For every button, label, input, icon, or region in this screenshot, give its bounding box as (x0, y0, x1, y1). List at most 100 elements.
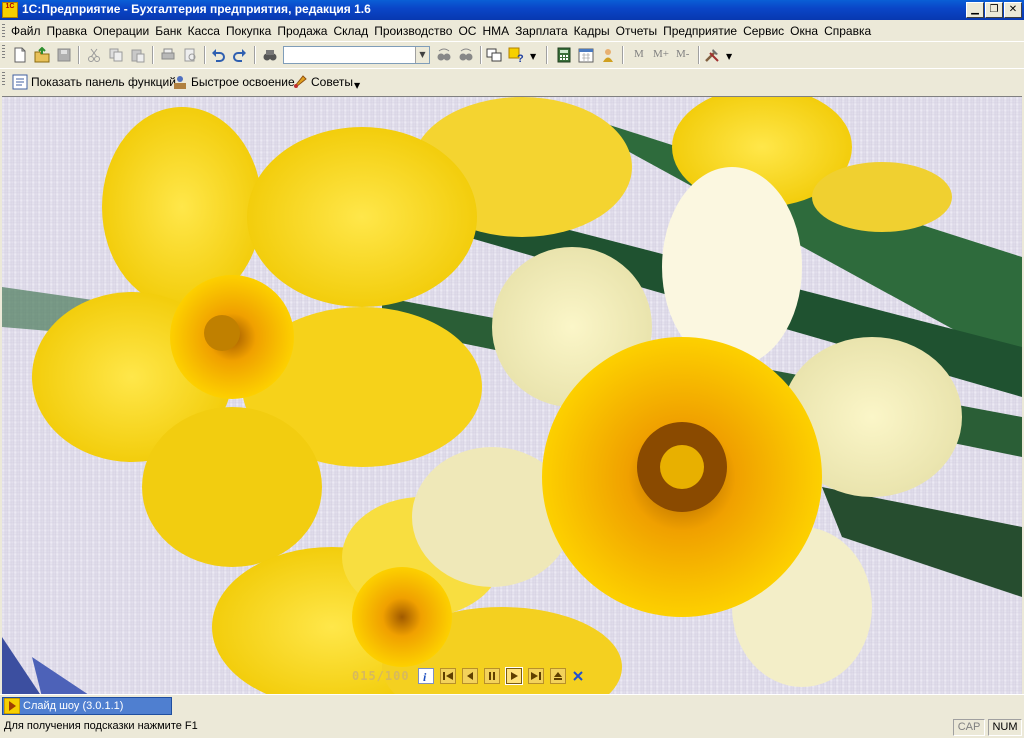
play-button[interactable] (504, 667, 523, 685)
caps-lock-indicator: CAP (953, 719, 985, 736)
task-tab-slideshow[interactable]: Слайд шоу (3.0.1.1) (2, 697, 172, 715)
toolbar-separator (78, 46, 80, 64)
memory-m-minus-button[interactable]: M- (676, 48, 689, 60)
find-next-icon[interactable] (436, 47, 452, 63)
print-icon[interactable] (160, 47, 176, 63)
memory-m-button[interactable]: M (634, 48, 644, 60)
menu-item-17[interactable]: Справка (821, 21, 874, 41)
menu-item-14[interactable]: Предприятие (660, 21, 740, 41)
toolbar-separator (152, 46, 154, 64)
num-lock-indicator: NUM (988, 719, 1022, 736)
menu-grip[interactable] (2, 24, 5, 38)
menu-item-15[interactable]: Сервис (740, 21, 787, 41)
help-question-icon[interactable]: ? (508, 47, 524, 63)
menu-item-5[interactable]: Покупка (223, 21, 274, 41)
chevron-down-icon[interactable]: ▼ (530, 52, 536, 61)
first-icon (442, 672, 453, 680)
memory-m-plus-button[interactable]: M+ (653, 48, 669, 60)
paste-icon[interactable] (130, 47, 146, 63)
windows-icon[interactable] (486, 47, 502, 63)
close-slideshow-icon[interactable] (572, 670, 584, 682)
title-bar[interactable]: 1С 1С:Предприятие - Бухгалтерия предприя… (0, 0, 1024, 20)
svg-text:?: ? (517, 53, 524, 63)
eject-icon (553, 672, 562, 680)
new-document-icon[interactable] (12, 47, 28, 63)
last-icon (530, 672, 541, 680)
play-icon (510, 672, 518, 680)
search-combo-box[interactable]: ▼ (283, 46, 430, 64)
toolbar-separator (622, 46, 624, 64)
redo-icon[interactable] (232, 47, 248, 63)
menu-item-0[interactable]: Файл (8, 21, 44, 41)
open-icon[interactable] (34, 47, 50, 63)
chevron-down-icon[interactable]: ▼ (354, 81, 360, 90)
menu-item-4[interactable]: Касса (185, 21, 223, 41)
menu-item-8[interactable]: Производство (371, 21, 455, 41)
minimize-button[interactable]: ▁ (966, 2, 984, 18)
pause-icon (488, 672, 495, 680)
find-binoculars-icon[interactable] (262, 47, 278, 63)
find-prev-icon[interactable] (458, 47, 474, 63)
menu-bar: Файл Правка Операции Банк Касса Покупка Продаж… (0, 21, 1024, 41)
first-slide-button[interactable] (439, 668, 456, 684)
slide-counter: 015/100 (352, 669, 410, 683)
menu-item-7[interactable]: Склад (330, 21, 371, 41)
copy-icon[interactable] (108, 47, 124, 63)
menu-item-1[interactable]: Правка (44, 21, 91, 41)
menu-item-10[interactable]: НМА (479, 21, 512, 41)
quick-learning-label: Быстрое освоение (191, 75, 295, 89)
calculator-icon[interactable] (556, 47, 572, 63)
pause-button[interactable] (483, 668, 500, 684)
show-functions-panel-button[interactable]: Показать панель функций (12, 73, 176, 91)
learning-icon (174, 76, 186, 89)
standard-toolbar: ▼ ? ▼ M M+ M- ▼ (0, 41, 1024, 68)
prev-icon (466, 672, 473, 680)
chevron-down-icon[interactable]: ▼ (415, 47, 429, 63)
save-icon[interactable] (56, 47, 72, 63)
menu-item-2[interactable]: Операции (90, 21, 152, 41)
status-hint: Для получения подсказки нажмите F1 (4, 720, 198, 732)
tips-button[interactable]: Советы (292, 73, 353, 91)
menu-item-13[interactable]: Отчеты (613, 21, 660, 41)
info-button[interactable]: i (417, 668, 434, 684)
menu-item-6[interactable]: Продажа (274, 21, 330, 41)
cut-icon[interactable] (86, 47, 102, 63)
menu-item-3[interactable]: Банк (152, 21, 184, 41)
chevron-down-icon[interactable]: ▼ (726, 52, 732, 61)
window-title: 1С:Предприятие - Бухгалтерия предприятия… (22, 2, 371, 16)
toolbar-separator (254, 46, 256, 64)
status-bar: Для получения подсказки нажмите F1 CAP N… (0, 717, 1024, 738)
app-logo-icon: 1С (2, 2, 18, 18)
menu-item-12[interactable]: Кадры (571, 21, 613, 41)
tools-icon[interactable] (704, 47, 720, 63)
close-button[interactable]: ✕ (1004, 2, 1022, 18)
tips-icon (294, 75, 307, 88)
toolbar-grip[interactable] (2, 45, 5, 59)
menu-item-9[interactable]: ОС (455, 21, 479, 41)
slideshow-controls: 015/100 i (352, 666, 584, 686)
last-slide-button[interactable] (527, 668, 544, 684)
toolbar-separator (480, 46, 482, 64)
undo-icon[interactable] (210, 47, 226, 63)
show-functions-panel-label: Показать панель функций (31, 75, 176, 89)
tips-label: Советы (311, 75, 353, 89)
quick-learning-button[interactable]: Быстрое освоение (172, 73, 295, 91)
info-icon: i (423, 670, 427, 682)
menu-item-11[interactable]: Зарплата (512, 21, 571, 41)
functions-panel-icon (12, 74, 28, 90)
toolbar-grip[interactable] (2, 72, 5, 86)
menu-item-16[interactable]: Окна (787, 21, 821, 41)
print-preview-icon[interactable] (182, 47, 198, 63)
panel-toolbar: Показать панель функций Быстрое освоение… (0, 68, 1024, 95)
menu-list: Файл Правка Операции Банк Касса Покупка Продаж… (8, 21, 874, 41)
slideshow-icon (4, 698, 20, 714)
user-help-icon[interactable] (600, 47, 616, 63)
task-tab-label: Слайд шоу (3.0.1.1) (23, 700, 124, 712)
toolbar-separator (204, 46, 206, 64)
calendar-icon[interactable] (578, 47, 594, 63)
window-taskbar: Слайд шоу (3.0.1.1) (0, 694, 1024, 717)
prev-slide-button[interactable] (461, 668, 478, 684)
svg-text:i: i (423, 670, 427, 682)
restore-button[interactable]: ❐ (985, 2, 1003, 18)
eject-button[interactable] (549, 668, 566, 684)
